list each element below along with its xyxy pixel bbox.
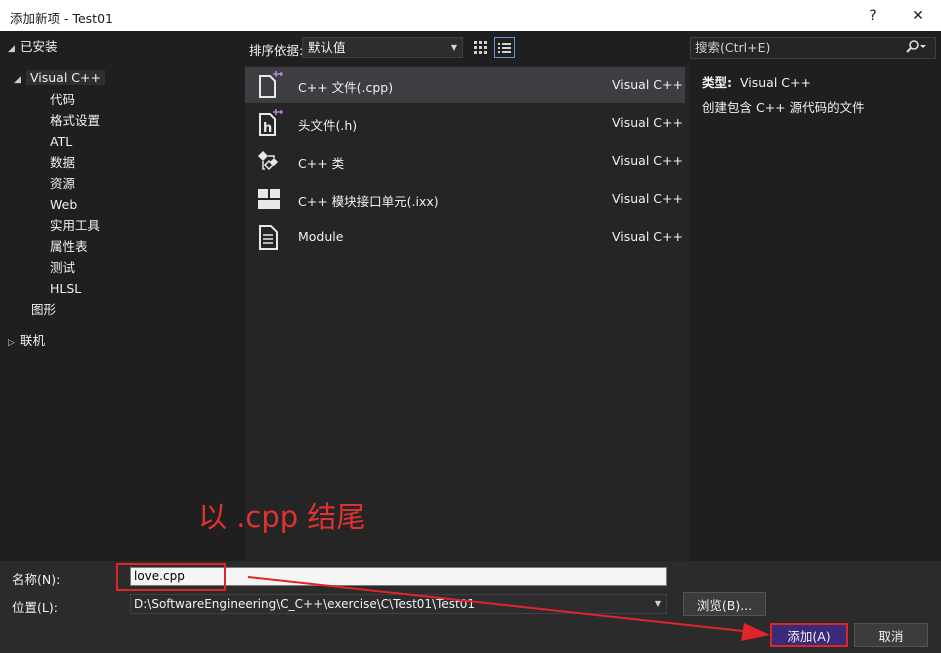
- annotation-arrow: [247, 576, 770, 641]
